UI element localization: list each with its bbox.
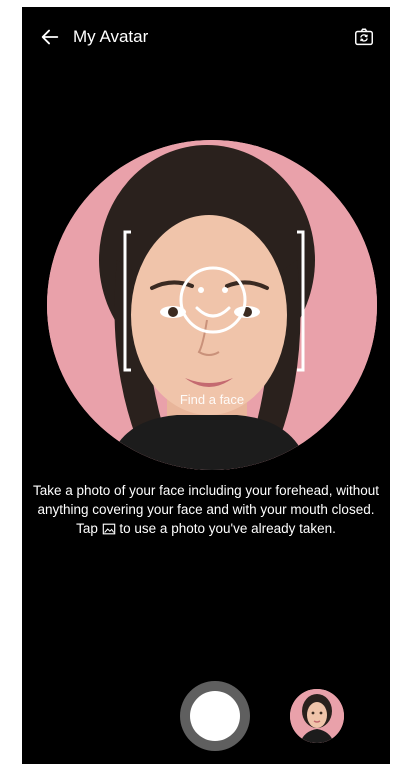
camera-switch-icon [355,28,373,46]
instruction-line-1: Take a photo of your face including your… [33,483,379,517]
shutter-inner-circle [190,691,240,741]
arrow-left-icon [41,29,59,45]
camera-preview-image [47,140,377,470]
recent-photo-thumbnail [290,689,344,743]
phone-screen: My Avatar Find a face Take a photo of yo… [22,7,390,764]
instructions-text: Take a photo of your face including your… [30,481,382,538]
camera-viewfinder: Find a face [47,140,377,470]
switch-camera-button[interactable] [350,23,378,51]
instruction-suffix-label: to use a photo you've already taken. [119,521,336,536]
shutter-button[interactable] [180,681,250,751]
find-face-label: Find a face [179,392,245,407]
back-button[interactable] [36,23,64,51]
instruction-tap-label: Tap [76,521,98,536]
gallery-thumbnail-button[interactable] [290,689,344,743]
top-app-bar: My Avatar [22,7,390,67]
gallery-icon [102,523,115,535]
instruction-line-2: Tap to use a photo you've already taken. [30,519,382,538]
page-title: My Avatar [73,27,149,46]
